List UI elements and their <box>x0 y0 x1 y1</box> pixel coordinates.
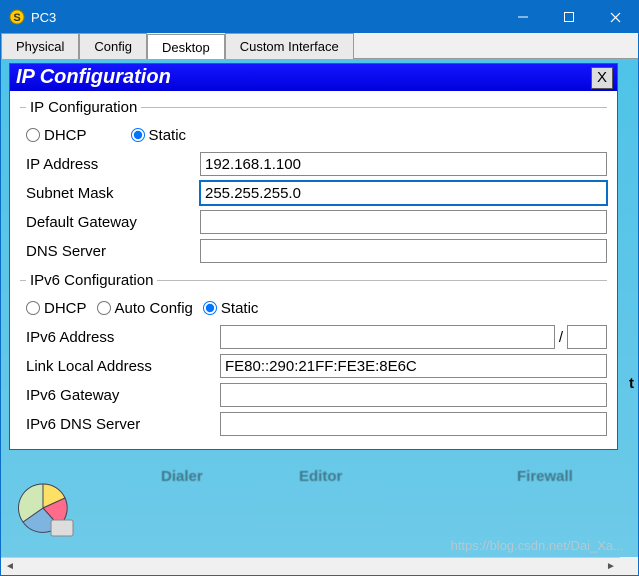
tab-config[interactable]: Config <box>79 33 147 59</box>
watermark: https://blog.csdn.net/Dai_Xa... <box>451 538 624 553</box>
ipv6-gateway-input[interactable] <box>220 383 607 407</box>
panel-header: IP Configuration X <box>10 64 617 91</box>
ipv6-fieldset: IPv6 Configuration DHCP Auto Config Stat… <box>20 272 607 439</box>
scroll-right-button[interactable]: ► <box>602 558 620 575</box>
edge-letter: t <box>629 375 634 392</box>
default-gateway-label: Default Gateway <box>20 214 200 231</box>
ipv4-fieldset: IP Configuration DHCP Static IP Address … <box>20 99 607 266</box>
bg-label-editor: Editor <box>299 468 342 485</box>
ipv4-static-radio[interactable]: Static <box>131 127 187 144</box>
bg-label-dialer: Dialer <box>161 468 203 485</box>
dns-server-input[interactable] <box>200 239 607 263</box>
ipv6-legend: IPv6 Configuration <box>26 272 157 289</box>
ipv6-prefix-input[interactable] <box>567 325 607 349</box>
ip-address-label: IP Address <box>20 156 200 173</box>
dns-server-label: DNS Server <box>20 243 200 260</box>
desktop-area: Dialer Editor Firewall t IP Configuratio… <box>1 59 638 575</box>
ipv6-address-input[interactable] <box>220 325 555 349</box>
ipv6-address-label: IPv6 Address <box>20 329 220 346</box>
ipv6-auto-config-radio[interactable]: Auto Config <box>97 300 193 317</box>
tab-bar: Physical Config Desktop Custom Interface <box>1 33 638 59</box>
app-icon: S <box>9 9 25 25</box>
ipv6-dns-input[interactable] <box>220 412 607 436</box>
ipv6-prefix-separator: / <box>555 329 567 346</box>
ipv6-dhcp-radio[interactable]: DHCP <box>26 300 87 317</box>
link-local-label: Link Local Address <box>20 358 220 375</box>
minimize-button[interactable] <box>500 1 546 33</box>
tab-desktop[interactable]: Desktop <box>147 34 225 60</box>
bg-label-firewall: Firewall <box>517 468 573 485</box>
link-local-input[interactable] <box>220 354 607 378</box>
subnet-mask-input[interactable] <box>200 181 607 205</box>
ipv4-dhcp-radio[interactable]: DHCP <box>26 127 87 144</box>
ip-address-input[interactable] <box>200 152 607 176</box>
titlebar: S PC3 <box>1 1 638 33</box>
ipv6-dns-label: IPv6 DNS Server <box>20 416 220 433</box>
subnet-mask-label: Subnet Mask <box>20 185 200 202</box>
ip-config-panel: IP Configuration X IP Configuration DHCP… <box>9 63 618 450</box>
app-window: S PC3 Physical Config Desktop Custom Int… <box>0 0 639 576</box>
scroll-corner <box>620 557 638 575</box>
tab-custom-interface[interactable]: Custom Interface <box>225 33 354 59</box>
ipv6-gateway-label: IPv6 Gateway <box>20 387 220 404</box>
maximize-button[interactable] <box>546 1 592 33</box>
default-gateway-input[interactable] <box>200 210 607 234</box>
svg-text:S: S <box>13 12 20 24</box>
ipv4-legend: IP Configuration <box>26 99 141 116</box>
panel-title: IP Configuration <box>16 66 591 89</box>
panel-close-button[interactable]: X <box>591 67 613 89</box>
ipv6-static-radio[interactable]: Static <box>203 300 259 317</box>
tab-physical[interactable]: Physical <box>1 33 79 59</box>
scroll-left-button[interactable]: ◄ <box>1 558 19 575</box>
desktop-pie-icon[interactable] <box>15 480 77 545</box>
window-title: PC3 <box>31 10 500 25</box>
horizontal-scrollbar[interactable]: ◄ ► <box>1 557 620 575</box>
scroll-track[interactable] <box>19 558 602 575</box>
close-window-button[interactable] <box>592 1 638 33</box>
